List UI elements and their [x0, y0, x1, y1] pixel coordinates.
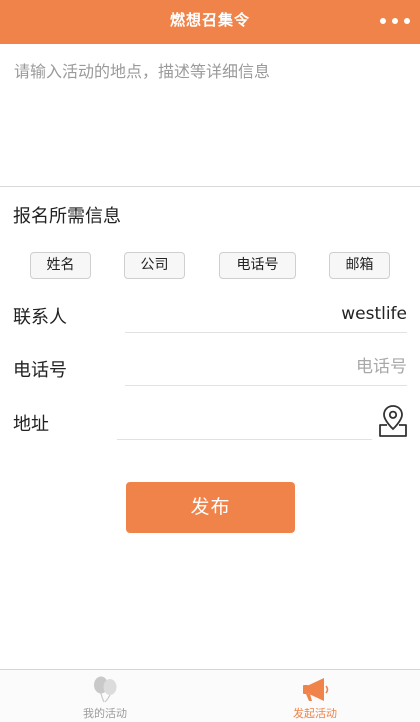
- address-row: 地址: [0, 404, 420, 444]
- top-navigation-bar: 燃想召集令: [0, 0, 420, 44]
- phone-label: 电话号: [13, 360, 67, 381]
- megaphone-icon: [303, 678, 329, 701]
- bottom-tab-bar: 我的活动 发起活动: [0, 669, 420, 722]
- signup-field-chips: 姓名 公司 电话号 邮箱: [0, 252, 420, 280]
- phone-field: [125, 350, 407, 386]
- description-area: [0, 44, 420, 187]
- more-dot-icon: [404, 18, 410, 24]
- address-field: [117, 404, 372, 440]
- tab-create-activity-label: 发起活动: [293, 707, 337, 720]
- phone-input[interactable]: [125, 350, 407, 384]
- chip-email[interactable]: 邮箱: [329, 252, 390, 279]
- contact-row: 联系人: [0, 297, 420, 337]
- signup-info-title: 报名所需信息: [13, 206, 121, 227]
- map-location-icon[interactable]: [378, 404, 408, 438]
- contact-label: 联系人: [13, 307, 67, 328]
- address-label: 地址: [13, 414, 49, 435]
- more-menu-button[interactable]: [380, 14, 410, 28]
- tab-my-activities[interactable]: 我的活动: [45, 670, 165, 722]
- description-input[interactable]: [0, 44, 420, 186]
- contact-input[interactable]: [125, 297, 407, 331]
- page-title: 燃想召集令: [169, 11, 250, 29]
- chip-phone[interactable]: 电话号: [219, 252, 296, 279]
- chip-company[interactable]: 公司: [124, 252, 185, 279]
- phone-row: 电话号: [0, 350, 420, 390]
- address-input[interactable]: [117, 404, 372, 438]
- more-dot-icon: [380, 18, 386, 24]
- chip-name[interactable]: 姓名: [30, 252, 91, 279]
- tab-my-activities-label: 我的活动: [83, 707, 127, 720]
- more-dot-icon: [392, 18, 398, 24]
- balloons-icon: [94, 676, 117, 703]
- contact-field: [125, 297, 407, 333]
- publish-button[interactable]: 发布: [126, 482, 295, 533]
- tab-create-activity[interactable]: 发起活动: [255, 670, 375, 722]
